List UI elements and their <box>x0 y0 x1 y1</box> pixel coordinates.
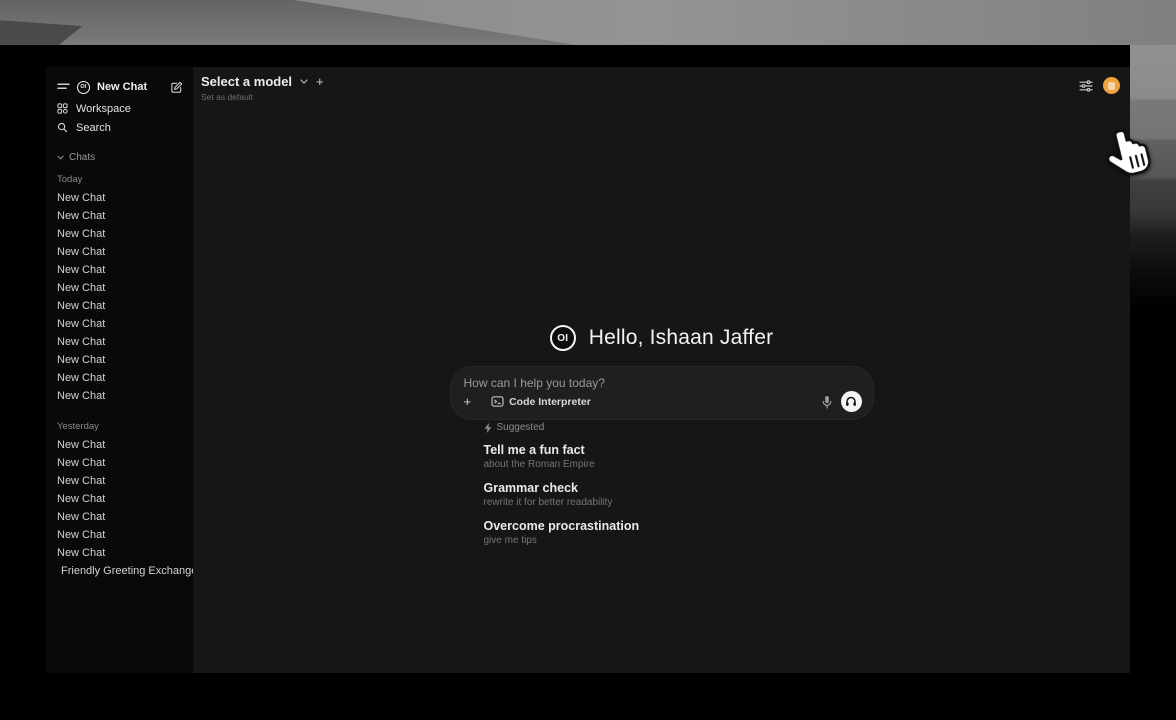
chevron-down-icon <box>57 155 64 160</box>
input-left-actions: + Code Interpreter <box>464 394 822 410</box>
code-interpreter-icon <box>491 396 504 407</box>
chats-section-label: Chats <box>69 152 95 163</box>
sidebar: OI New Chat Workspace Search Chats Today <box>46 67 193 673</box>
app-body: OI New Chat Workspace Search Chats Today <box>46 67 1130 673</box>
chevron-down-icon <box>300 79 308 84</box>
search-icon <box>57 122 68 133</box>
yesterday-chat-list: New ChatNew ChatNew ChatNew ChatNew Chat… <box>46 436 193 562</box>
suggested-prompt-subtitle: rewrite it for better readability <box>484 497 874 508</box>
suggested-prompt-title: Overcome procrastination <box>484 519 874 533</box>
sidebar-item-search[interactable]: Search <box>46 118 193 137</box>
chat-list-item[interactable]: New Chat <box>46 279 193 297</box>
suggested-prompt[interactable]: Overcome procrastination give me tips <box>484 519 874 546</box>
workspace-label: Workspace <box>76 103 131 115</box>
suggested-prompt[interactable]: Tell me a fun fact about the Roman Empir… <box>484 443 874 470</box>
chat-list-item[interactable]: New Chat <box>46 544 193 562</box>
suggested-prompt-title: Grammar check <box>484 481 874 495</box>
code-interpreter-label: Code Interpreter <box>509 396 591 408</box>
chat-list-item[interactable]: New Chat <box>46 333 193 351</box>
chat-list-item[interactable]: New Chat <box>46 315 193 333</box>
app-logo: OI <box>550 325 576 351</box>
chat-list-item[interactable]: New Chat <box>46 436 193 454</box>
voice-call-button[interactable] <box>841 391 862 412</box>
sidebar-header: OI New Chat <box>46 75 193 99</box>
today-chat-list: New ChatNew ChatNew ChatNew ChatNew Chat… <box>46 189 193 405</box>
greeting-text: Hello, Ishaan Jaffer <box>589 326 774 350</box>
chat-list-item[interactable]: New Chat <box>46 508 193 526</box>
new-chat-icon[interactable] <box>170 81 183 94</box>
chat-input-placeholder: How can I help you today? <box>464 376 860 390</box>
sidebar-item-workspace[interactable]: Workspace <box>46 99 193 118</box>
chats-section-toggle[interactable]: Chats <box>46 149 193 165</box>
header-actions <box>1079 77 1120 94</box>
input-right-actions <box>822 391 862 412</box>
chat-list-item[interactable]: New Chat <box>46 526 193 544</box>
controls-sliders-icon[interactable] <box>1079 80 1093 92</box>
input-actions-row: + Code Interpreter <box>464 391 862 412</box>
suggested-prompt[interactable]: Grammar check rewrite it for better read… <box>484 481 874 508</box>
chat-list-item[interactable]: New Chat <box>46 261 193 279</box>
user-avatar[interactable] <box>1103 77 1120 94</box>
avatar-image <box>1108 82 1115 90</box>
chat-list-item[interactable]: New Chat <box>46 472 193 490</box>
chat-list-item[interactable]: New Chat <box>46 351 193 369</box>
model-selector-label: Select a model <box>201 74 292 89</box>
main-header: Select a model + Set as default <box>201 74 1120 102</box>
suggested-prompt-subtitle: about the Roman Empire <box>484 459 874 470</box>
chat-list-item[interactable]: New Chat <box>46 243 193 261</box>
lightning-bolt-icon <box>484 423 492 433</box>
chat-group-label-yesterday: Yesterday <box>46 421 193 432</box>
suggested-prompt-subtitle: give me tips <box>484 535 874 546</box>
set-as-default-link[interactable]: Set as default <box>201 92 324 102</box>
attach-plus-button[interactable]: + <box>464 395 472 408</box>
chat-list-item[interactable]: New Chat <box>46 387 193 405</box>
chat-list-item[interactable]: New Chat <box>46 225 193 243</box>
main-pane: Select a model + Set as default OI Hello… <box>193 67 1130 673</box>
chat-list-item[interactable]: New Chat <box>46 207 193 225</box>
chat-group-label-today: Today <box>46 174 193 185</box>
model-selector-button[interactable]: Select a model + <box>201 74 324 89</box>
suggested-list: Tell me a fun fact about the Roman Empir… <box>484 443 874 546</box>
wallpaper-top-strip <box>0 0 1176 45</box>
chat-list-item-label: Friendly Greeting Exchange <box>61 562 193 580</box>
window-titlebar <box>46 45 1130 67</box>
search-label: Search <box>76 122 111 134</box>
chat-list-item[interactable]: New Chat <box>46 454 193 472</box>
chat-list-item[interactable]: New Chat <box>46 369 193 387</box>
suggested-section: Suggested Tell me a fun fact about the R… <box>450 422 874 557</box>
suggested-label: Suggested <box>497 422 545 433</box>
wallpaper-shape <box>0 0 1176 45</box>
code-interpreter-toggle[interactable]: Code Interpreter <box>485 394 597 410</box>
sidebar-toggle-icon[interactable] <box>57 83 70 92</box>
microphone-icon[interactable] <box>822 395 832 409</box>
greeting-row: OI Hello, Ishaan Jaffer <box>193 325 1130 351</box>
workspace-grid-icon <box>57 103 68 114</box>
sidebar-title: New Chat <box>97 81 163 93</box>
chat-list-item[interactable]: New Chat <box>46 297 193 315</box>
openwebui-window: OI New Chat Workspace Search Chats Today <box>46 45 1130 673</box>
chat-list-item[interactable]: New Chat <box>46 490 193 508</box>
chat-input-box[interactable]: How can I help you today? + Code Interpr… <box>450 366 874 420</box>
desktop: { "colors": { "avatar": "#eda33f", "main… <box>0 0 1176 720</box>
headphones-icon <box>845 396 857 407</box>
add-model-button[interactable]: + <box>316 75 324 88</box>
chat-list-item[interactable]: New Chat <box>46 189 193 207</box>
model-selector: Select a model + Set as default <box>201 74 324 102</box>
suggested-prompt-title: Tell me a fun fact <box>484 443 874 457</box>
chat-list-item-friendly-greeting[interactable]: Friendly Greeting Exchange <box>46 562 193 580</box>
app-logo: OI <box>77 81 90 94</box>
suggested-header: Suggested <box>484 422 874 433</box>
wallpaper-right-strip <box>1130 45 1176 720</box>
